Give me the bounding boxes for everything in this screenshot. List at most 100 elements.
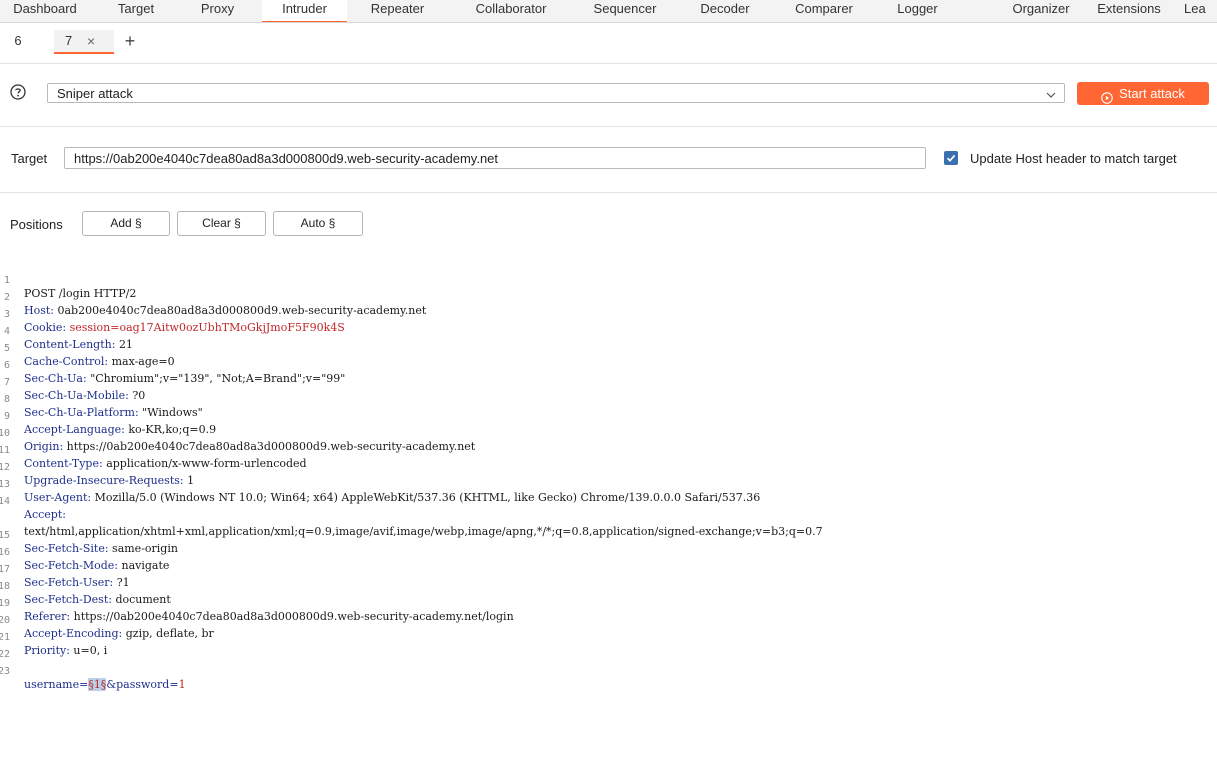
code-line: 2 Host: 0ab200e4040c7dea80ad8a3d000800d9… xyxy=(0,278,426,317)
body-param-name: &password= xyxy=(106,678,179,691)
header-value: https://0ab200e4040c7dea80ad8a3d000800d9… xyxy=(66,440,476,453)
header-value: same-origin xyxy=(112,542,178,555)
header-name: Sec-Fetch-Mode xyxy=(24,559,115,572)
code-line: 17 Sec-Fetch-User: ?1 xyxy=(0,550,130,589)
code-line: 21 Priority: u=0, i xyxy=(0,618,107,657)
code-line: 18 Sec-Fetch-Dest: document xyxy=(0,567,171,606)
header-value: application/x-www-form-urlencoded xyxy=(106,457,307,470)
request-body: username=§1§&password=1 xyxy=(24,678,186,691)
divider xyxy=(0,192,1217,193)
header-name: Cache-Control xyxy=(24,355,105,368)
tab-7-label: 7 xyxy=(65,33,73,48)
nav-learn[interactable]: Lea xyxy=(1180,0,1217,21)
code-line: 8 Sec-Ch-Ua-Platform: "Windows" xyxy=(0,380,203,419)
header-value: u=0, i xyxy=(73,644,108,657)
header-name: Host xyxy=(24,304,51,317)
header-name: Content-Length xyxy=(24,338,112,351)
cookie-value: session=oag17Aitw0ozUbhTMoGkjJmoF5F90k4S xyxy=(69,321,345,334)
header-name: Upgrade-Insecure-Requests xyxy=(24,474,180,487)
header-value: ?1 xyxy=(116,576,130,589)
code-line: 19 Referer: https://0ab200e4040c7dea80ad… xyxy=(0,584,514,623)
header-name: Cookie xyxy=(24,321,63,334)
code-line: 15 Sec-Fetch-Site: same-origin xyxy=(0,516,178,555)
attack-type-value: Sniper attack xyxy=(57,86,133,101)
request-line: POST /login HTTP/2 xyxy=(24,287,137,300)
nav-comparer[interactable]: Comparer xyxy=(784,0,864,21)
header-name: Content-Type xyxy=(24,457,99,470)
header-value: 21 xyxy=(118,338,133,351)
header-name: Referer xyxy=(24,610,67,623)
update-host-label[interactable]: Update Host header to match target xyxy=(970,151,1177,166)
payload-marker[interactable]: §1§ xyxy=(88,678,107,691)
header-value-wrapped: text/html,application/xhtml+xml,applicat… xyxy=(24,525,823,538)
header-value: document xyxy=(115,593,171,606)
header-name: Sec-Fetch-Dest xyxy=(24,593,109,606)
header-value: gzip, deflate, br xyxy=(125,627,214,640)
tab-7[interactable]: 7 × xyxy=(54,30,114,54)
start-attack-button[interactable]: Start attack xyxy=(1077,82,1209,105)
code-line: 1 POST /login HTTP/2 xyxy=(0,261,136,300)
add-tab-button[interactable]: + xyxy=(120,30,140,52)
code-line: 16 Sec-Fetch-Mode: navigate xyxy=(0,533,169,572)
start-attack-label: Start attack xyxy=(1119,86,1185,101)
code-line: text/html,application/xhtml+xml,applicat… xyxy=(0,499,823,538)
header-value: Mozilla/5.0 (Windows NT 10.0; Win64; x64… xyxy=(94,491,761,504)
tab-6[interactable]: 6 xyxy=(6,30,30,52)
checkmark-icon xyxy=(946,154,956,162)
code-line: 13 User-Agent: Mozilla/5.0 (Windows NT 1… xyxy=(0,465,760,504)
header-name: Sec-Ch-Ua-Mobile xyxy=(24,389,126,402)
nav-target[interactable]: Target xyxy=(106,0,166,21)
nav-organizer[interactable]: Organizer xyxy=(1000,0,1082,21)
header-value: max-age=0 xyxy=(111,355,175,368)
nav-repeater[interactable]: Repeater xyxy=(360,0,435,21)
nav-collaborator[interactable]: Collaborator xyxy=(460,0,562,21)
header-value: "Chromium";v="139", "Not;A=Brand";v="99" xyxy=(90,372,346,385)
header-value: "Windows" xyxy=(142,406,203,419)
header-name: Origin xyxy=(24,440,60,453)
help-circle-icon[interactable] xyxy=(10,84,26,100)
code-line: 5 Cache-Control: max-age=0 xyxy=(0,329,175,368)
code-line: 7 Sec-Ch-Ua-Mobile: ?0 xyxy=(0,363,145,402)
nav-sequencer[interactable]: Sequencer xyxy=(584,0,666,21)
header-name: Sec-Ch-Ua-Platform xyxy=(24,406,135,419)
header-name: Accept-Language xyxy=(24,423,122,436)
auto-positions-button[interactable]: Auto § xyxy=(273,211,363,236)
line-number: 23 xyxy=(0,666,10,677)
clear-positions-button[interactable]: Clear § xyxy=(177,211,266,236)
code-line: 20 Accept-Encoding: gzip, deflate, br xyxy=(0,601,214,640)
code-line: 10 Origin: https://0ab200e4040c7dea80ad8… xyxy=(0,414,475,453)
top-nav: Dashboard Target Proxy Intruder Repeater… xyxy=(0,0,1217,23)
header-value: navigate xyxy=(121,559,170,572)
header-value: ko-KR,ko;q=0.9 xyxy=(128,423,217,436)
close-icon[interactable]: × xyxy=(87,30,95,52)
code-line: 23 username=§1§&password=1 xyxy=(0,652,186,691)
code-line: 3 Cookie: session=oag17Aitw0ozUbhTMoGkjJ… xyxy=(0,295,345,334)
nav-extensions[interactable]: Extensions xyxy=(1088,0,1170,21)
code-line: 9 Accept-Language: ko-KR,ko;q=0.9 xyxy=(0,397,216,436)
target-url-value: https://0ab200e4040c7dea80ad8a3d000800d9… xyxy=(74,151,499,166)
code-line: 22 xyxy=(0,635,14,660)
update-host-checkbox[interactable] xyxy=(944,151,958,165)
positions-label: Positions xyxy=(10,217,63,232)
code-line: 14 Accept: xyxy=(0,482,66,521)
header-value: 0ab200e4040c7dea80ad8a3d000800d9.web-sec… xyxy=(57,304,427,317)
header-name: Accept xyxy=(24,508,63,521)
header-value: 1 xyxy=(187,474,195,487)
play-circle-icon xyxy=(1101,88,1113,104)
nav-decoder[interactable]: Decoder xyxy=(690,0,760,21)
target-label: Target xyxy=(11,151,48,166)
header-name: Accept-Encoding xyxy=(24,627,119,640)
code-line: 12 Upgrade-Insecure-Requests: 1 xyxy=(0,448,194,487)
target-url-input[interactable]: https://0ab200e4040c7dea80ad8a3d000800d9… xyxy=(64,147,926,169)
add-position-button[interactable]: Add § xyxy=(82,211,170,236)
nav-dashboard[interactable]: Dashboard xyxy=(0,0,90,21)
nav-logger[interactable]: Logger xyxy=(890,0,945,21)
nav-proxy[interactable]: Proxy xyxy=(190,0,245,21)
intruder-tabs: 6 7 × + xyxy=(0,23,1217,63)
header-name: Sec-Ch-Ua xyxy=(24,372,83,385)
nav-intruder[interactable]: Intruder xyxy=(262,0,347,22)
divider xyxy=(0,126,1217,127)
request-editor[interactable]: 1 POST /login HTTP/2 2 Host: 0ab200e4040… xyxy=(0,256,1217,775)
code-line: 4 Content-Length: 21 xyxy=(0,312,133,351)
attack-type-select[interactable]: Sniper attack xyxy=(47,83,1065,103)
